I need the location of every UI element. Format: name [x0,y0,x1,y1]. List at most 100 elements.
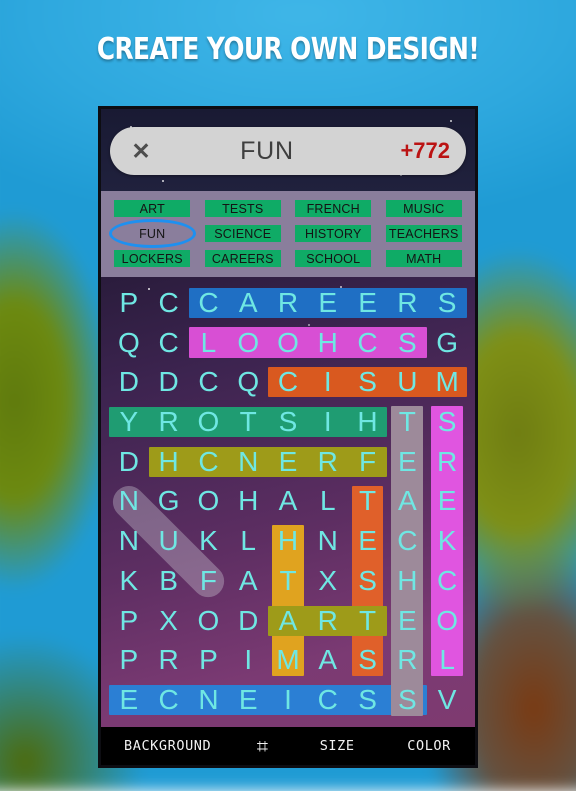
grid-cell[interactable]: X [308,561,348,601]
grid-cell[interactable]: N [228,442,268,482]
grid-cell[interactable]: H [268,521,308,561]
grid-cell[interactable]: L [189,323,229,363]
grid-cell[interactable]: T [228,402,268,442]
grid-cell[interactable]: A [268,601,308,641]
grid-cell[interactable]: I [308,402,348,442]
grid-cell[interactable]: A [228,561,268,601]
grid-cell[interactable]: R [308,442,348,482]
grid-cell[interactable]: B [149,561,189,601]
grid-cell[interactable]: K [189,521,229,561]
grid-cell[interactable]: Q [228,362,268,402]
grid-cell[interactable]: Q [109,323,149,363]
grid-cell[interactable]: C [348,323,388,363]
category-art[interactable]: ART [107,196,198,221]
grid-cell[interactable]: A [268,482,308,522]
grid-cell[interactable]: H [308,323,348,363]
grid-cell[interactable]: O [268,323,308,363]
grid-cell[interactable]: S [348,362,388,402]
grid-cell[interactable]: C [189,283,229,323]
letter-grid[interactable]: PCCAREERSQCLOOHCSGDDCQCISUMYROTSIHTSDHCN… [101,277,475,730]
grid-cell[interactable]: T [268,561,308,601]
grid-cell[interactable]: E [348,521,388,561]
grid-cell[interactable]: D [109,362,149,402]
grid-cell[interactable]: E [268,442,308,482]
grid-cell[interactable]: R [387,283,427,323]
color-button[interactable]: COLOR [383,738,475,754]
grid-cell[interactable]: E [109,680,149,720]
category-science[interactable]: SCIENCE [198,221,289,246]
grid-cell[interactable]: R [308,601,348,641]
grid-cell[interactable]: S [427,283,467,323]
category-school[interactable]: SCHOOL [288,246,379,271]
grid-cell[interactable]: U [149,521,189,561]
grid-cell[interactable]: K [109,561,149,601]
grid-cell[interactable]: G [149,482,189,522]
category-history[interactable]: HISTORY [288,221,379,246]
word-search-board[interactable]: PCCAREERSQCLOOHCSGDDCQCISUMYROTSIHTSDHCN… [101,277,475,730]
grid-cell[interactable]: C [149,323,189,363]
size-button[interactable]: SIZE [291,738,383,754]
grid-cell[interactable]: S [387,323,427,363]
grid-cell[interactable]: I [308,362,348,402]
grid-cell[interactable]: O [189,482,229,522]
grid-cell[interactable]: N [109,521,149,561]
grid-cell[interactable]: S [387,680,427,720]
grid-cell[interactable]: O [228,323,268,363]
grid-cell[interactable]: S [268,402,308,442]
grid-cell[interactable]: R [149,402,189,442]
grid-cell[interactable]: M [427,362,467,402]
category-tests[interactable]: TESTS [198,196,289,221]
grid-cell[interactable]: C [427,561,467,601]
category-careers[interactable]: CAREERS [198,246,289,271]
grid-cell[interactable]: S [348,561,388,601]
grid-cell[interactable]: L [308,482,348,522]
grid-cell[interactable]: P [109,641,149,681]
grid-cell[interactable]: S [348,680,388,720]
grid-cell[interactable]: C [149,283,189,323]
grid-cell[interactable]: N [189,680,229,720]
background-button[interactable]: BACKGROUND [101,738,234,754]
grid-cell[interactable]: E [228,680,268,720]
grid-cell[interactable]: X [149,601,189,641]
grid-icon[interactable]: ⌗ [234,734,291,758]
grid-cell[interactable]: H [149,442,189,482]
grid-cell[interactable]: V [427,680,467,720]
grid-cell[interactable]: F [348,442,388,482]
close-icon[interactable]: ✕ [126,136,156,166]
grid-cell[interactable]: P [109,283,149,323]
grid-cell[interactable]: T [387,402,427,442]
grid-cell[interactable]: E [387,442,427,482]
grid-cell[interactable]: G [427,323,467,363]
grid-cell[interactable]: L [228,521,268,561]
grid-cell[interactable]: D [228,601,268,641]
grid-cell[interactable]: T [348,601,388,641]
grid-cell[interactable]: U [387,362,427,402]
grid-cell[interactable]: N [308,521,348,561]
category-fun[interactable]: FUN [107,219,198,248]
grid-cell[interactable]: F [189,561,229,601]
grid-cell[interactable]: O [427,601,467,641]
grid-cell[interactable]: A [387,482,427,522]
grid-cell[interactable]: C [149,680,189,720]
grid-cell[interactable]: C [308,680,348,720]
grid-cell[interactable]: M [268,641,308,681]
grid-cell[interactable]: R [268,283,308,323]
grid-cell[interactable]: I [228,641,268,681]
grid-cell[interactable]: R [149,641,189,681]
category-french[interactable]: FRENCH [288,196,379,221]
grid-cell[interactable]: A [228,283,268,323]
grid-cell[interactable]: S [348,641,388,681]
grid-cell[interactable]: P [189,641,229,681]
grid-cell[interactable]: H [228,482,268,522]
grid-cell[interactable]: S [427,402,467,442]
grid-cell[interactable]: A [308,641,348,681]
category-math[interactable]: MATH [379,246,470,271]
grid-cell[interactable]: E [387,601,427,641]
grid-cell[interactable]: R [427,442,467,482]
grid-cell[interactable]: E [427,482,467,522]
grid-cell[interactable]: D [109,442,149,482]
grid-cell[interactable]: C [387,521,427,561]
grid-cell[interactable]: O [189,601,229,641]
grid-cell[interactable]: C [189,362,229,402]
grid-cell[interactable]: H [387,561,427,601]
